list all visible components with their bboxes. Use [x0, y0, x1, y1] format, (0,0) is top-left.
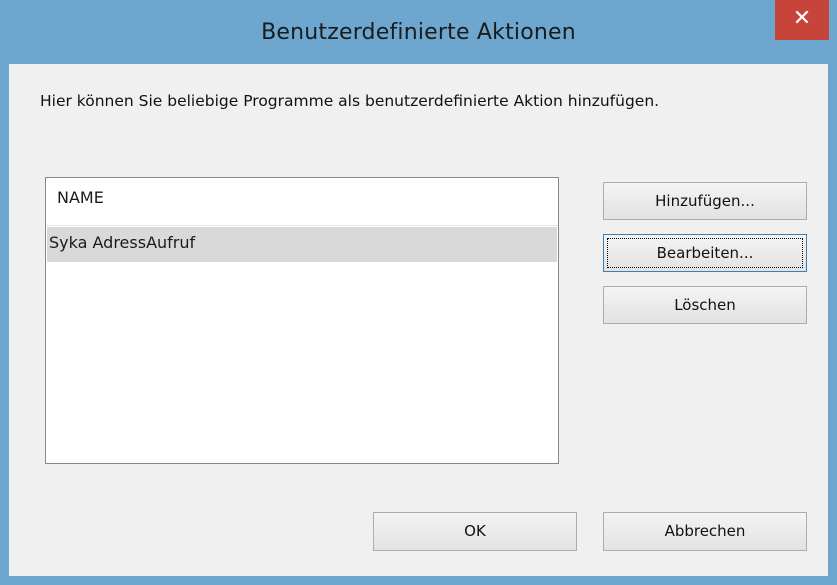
add-button[interactable]: Hinzufügen...	[603, 182, 807, 220]
description-text: Hier können Sie beliebige Programme als …	[40, 92, 660, 110]
title-bar[interactable]: Benutzerdefinierte Aktionen ✕	[0, 0, 837, 64]
header-divider	[46, 225, 558, 226]
column-header-name[interactable]: NAME	[47, 188, 104, 207]
edit-button[interactable]: Bearbeiten...	[603, 234, 807, 272]
cancel-button[interactable]: Abbrechen	[603, 512, 807, 551]
list-item[interactable]: Syka AdressAufruf	[47, 227, 557, 262]
close-icon: ✕	[792, 6, 812, 31]
ok-button[interactable]: OK	[373, 512, 577, 551]
dialog-client-area: Hier können Sie beliebige Programme als …	[9, 64, 828, 576]
actions-list[interactable]: NAME Syka AdressAufruf	[45, 177, 559, 464]
close-button[interactable]: ✕	[775, 0, 829, 40]
focus-rectangle	[607, 238, 803, 268]
window-title: Benutzerdefinierte Aktionen	[261, 20, 576, 45]
delete-button[interactable]: Löschen	[603, 286, 807, 324]
list-item-label: Syka AdressAufruf	[49, 233, 196, 252]
dialog-window: Benutzerdefinierte Aktionen ✕ Hier könne…	[0, 0, 837, 585]
